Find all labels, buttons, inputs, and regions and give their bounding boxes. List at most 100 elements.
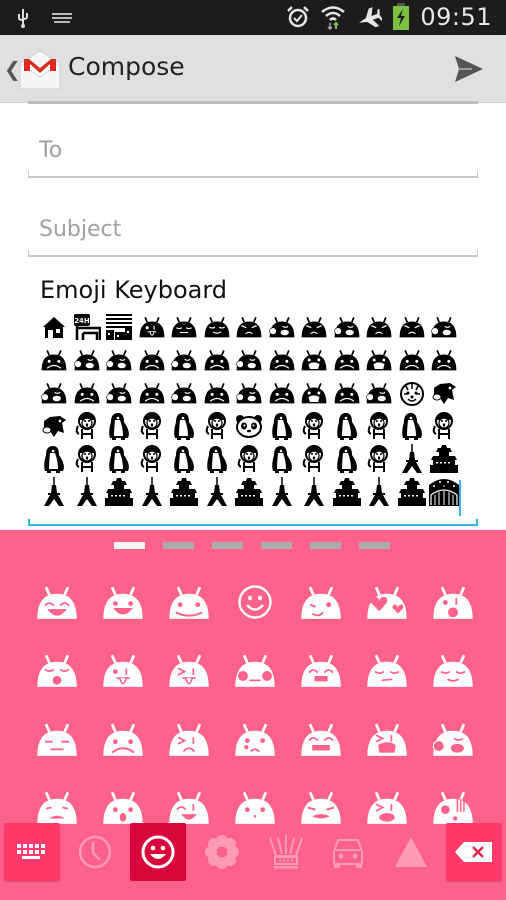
droid-surprised-icon [101, 790, 145, 825]
emoji-key-droid-puff[interactable] [420, 709, 486, 769]
to-input[interactable] [28, 128, 478, 172]
faces-tab[interactable] [130, 823, 186, 881]
emoji-key-droid-teeth[interactable] [288, 641, 354, 701]
battery-charging-icon [392, 3, 410, 31]
droid-puff-icon [233, 378, 266, 408]
penguin-icon [331, 444, 364, 474]
cow-icon [38, 411, 71, 441]
emoji-key-droid-meh[interactable] [24, 709, 90, 769]
castle-icon [103, 477, 136, 507]
droid-sad-icon [136, 378, 169, 408]
emoji-key-droid-worried[interactable] [90, 709, 156, 769]
body-underline [28, 519, 478, 526]
emoji-key-droid-smile[interactable] [156, 572, 222, 632]
airplane-mode-icon [356, 5, 383, 29]
emoji-key-droid-grin[interactable] [90, 572, 156, 632]
droid-kiss-icon [35, 653, 79, 688]
monkey-icon [233, 444, 266, 474]
castle-icon [428, 444, 461, 474]
recent-tab[interactable] [67, 823, 123, 881]
to-field-wrapper [28, 128, 478, 178]
panda-icon [233, 411, 266, 441]
page-indicator-dot[interactable] [261, 542, 292, 549]
penguin-icon [331, 411, 364, 441]
emoji-key-droid-tear[interactable] [222, 709, 288, 769]
body-emoji-list: 24H [38, 310, 470, 508]
droid-shock-icon [431, 790, 475, 825]
tokyo-tower-icon [396, 443, 429, 474]
keyboard-icon [17, 844, 45, 859]
symbols-tab[interactable] [383, 823, 439, 881]
droid-tongue-squint-icon [167, 653, 211, 688]
body-input[interactable]: Emoji Keyboard 24H [28, 272, 478, 526]
tokyo-tower-icon [38, 476, 71, 507]
page-indicator-dot[interactable] [163, 542, 194, 549]
droid-worried-icon [101, 722, 145, 757]
droid-scream-squint-icon [365, 790, 409, 825]
droid-sad-icon [396, 345, 429, 375]
droid-unamused-icon [365, 653, 409, 688]
subject-input[interactable] [28, 207, 478, 251]
header-divider [28, 101, 478, 104]
emoji-key-droid-tongue-squint[interactable] [156, 641, 222, 701]
tokyo-tower-icon [136, 476, 169, 507]
monkey-icon [136, 444, 169, 474]
droid-kiss-wink-icon [431, 585, 475, 620]
droid-cry-icon [363, 345, 396, 375]
droid-sad-icon [136, 345, 169, 375]
monkey-icon [71, 411, 104, 441]
droid-grimace-icon [299, 722, 343, 757]
droid-angry-icon [233, 312, 266, 342]
night-bridge-icon [428, 477, 461, 507]
cow-icon [428, 378, 461, 408]
page-indicator-dot[interactable] [212, 542, 243, 549]
emoji-key-droid-heart-eyes[interactable] [354, 572, 420, 632]
gmail-logo[interactable] [19, 49, 61, 91]
body-emoji-row: 24H [38, 310, 470, 343]
send-button[interactable] [454, 55, 484, 83]
droid-angry-icon [363, 312, 396, 342]
penguin-icon [266, 411, 299, 441]
page-indicator-dot[interactable] [114, 542, 145, 549]
page-indicator-dot[interactable] [359, 542, 390, 549]
flower-icon [205, 835, 239, 869]
droid-puff-icon [331, 312, 364, 342]
droid-angry-icon [298, 312, 331, 342]
subject-underline [28, 250, 478, 257]
emoji-key-droid-crying[interactable] [354, 709, 420, 769]
body-emoji-row [38, 475, 470, 508]
nature-tab[interactable] [194, 823, 250, 881]
emoji-key-droid-laugh[interactable] [24, 572, 90, 632]
emoji-key-droid-wink[interactable] [288, 572, 354, 632]
emoji-key-droid-kiss[interactable] [24, 641, 90, 701]
emoji-key-droid-tongue-wink[interactable] [90, 641, 156, 701]
places-tab[interactable] [320, 823, 376, 881]
emoji-key-smiley-outline[interactable] [222, 572, 288, 632]
emoji-key-droid-relieved[interactable] [420, 641, 486, 701]
droid-puff-icon [103, 378, 136, 408]
body-emoji-row [38, 376, 470, 409]
page-indicator-dot[interactable] [310, 542, 341, 549]
monkey-icon [136, 411, 169, 441]
backspace-button[interactable] [446, 823, 502, 881]
monkey-icon [201, 411, 234, 441]
emoji-key-droid-squint[interactable] [156, 709, 222, 769]
objects-tab[interactable] [258, 823, 314, 881]
droid-wink-icon [299, 585, 343, 620]
tokyo-tower-icon [71, 476, 104, 507]
smiley-icon [141, 835, 175, 869]
emoji-key-droid-unamused[interactable] [354, 641, 420, 701]
penguin-icon [38, 444, 71, 474]
monkey-icon [428, 411, 461, 441]
body-text: Emoji Keyboard [40, 276, 228, 304]
emoji-grid [24, 572, 486, 846]
emoji-key-droid-kiss-wink[interactable] [420, 572, 486, 632]
emoji-key-droid-blush[interactable] [222, 641, 288, 701]
droid-sad-icon [38, 345, 71, 375]
keyboard-switch-button[interactable] [4, 823, 60, 881]
droid-grin-icon [101, 585, 145, 620]
convenience-store-icon: 24H [71, 312, 104, 342]
droid-puff-icon [266, 312, 299, 342]
droid-blush-icon [233, 653, 277, 688]
emoji-key-droid-grimace[interactable] [288, 709, 354, 769]
